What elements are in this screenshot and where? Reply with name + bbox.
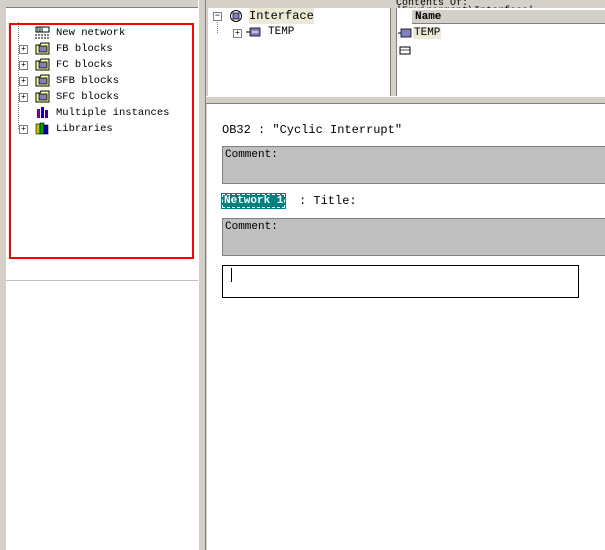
contents-header: Contents Of: 'Environment\Interface' — [396, 0, 534, 8]
network-title[interactable]: : Title: — [299, 193, 357, 209]
text-caret — [231, 268, 232, 282]
block-title[interactable]: OB32 : "Cyclic Interrupt" — [222, 122, 402, 138]
catalog-top-strip — [6, 0, 198, 8]
catalog-divider — [6, 280, 198, 281]
interface-tree[interactable]: − Interface + TEMP — [208, 8, 391, 96]
network-label[interactable]: Network 1 — [221, 193, 287, 209]
block-comment-box[interactable]: Comment: — [222, 146, 605, 184]
temp-variable-icon — [246, 27, 261, 37]
block-comment-label: Comment: — [225, 149, 278, 161]
name-column-header[interactable]: Name — [412, 10, 605, 24]
network-comment-label: Comment: — [225, 221, 278, 233]
expand-icon[interactable]: + — [233, 29, 242, 38]
table-row[interactable]: TEMP — [413, 26, 593, 40]
vertical-splitter[interactable] — [198, 0, 206, 550]
row-name-cell: TEMP — [413, 27, 442, 39]
catalog-highlight-box — [9, 23, 194, 259]
temp-row-icon — [398, 28, 412, 38]
code-input-box[interactable] — [222, 265, 579, 298]
interface-icon — [230, 10, 242, 22]
interface-root-label[interactable]: Interface — [249, 8, 314, 24]
new-row-icon[interactable] — [399, 45, 411, 56]
horizontal-splitter[interactable] — [206, 96, 605, 104]
interface-child-label[interactable]: TEMP — [268, 24, 294, 40]
network-comment-box[interactable]: Comment: — [222, 218, 605, 256]
